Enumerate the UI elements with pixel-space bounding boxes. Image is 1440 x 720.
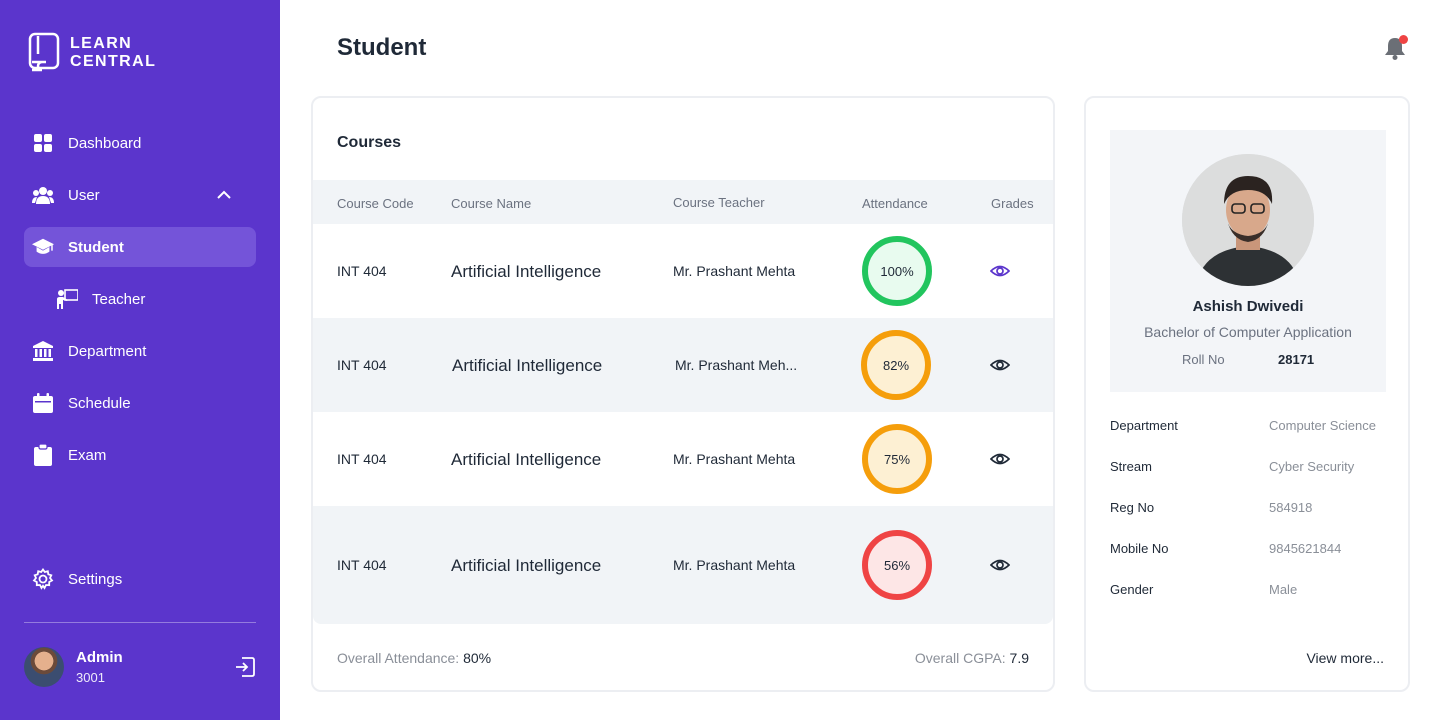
avatar[interactable] — [24, 647, 64, 687]
student-profile-card: Ashish Dwivedi Bachelor of Computer Appl… — [1084, 96, 1410, 692]
logo[interactable]: LEARN CENTRAL — [28, 32, 156, 74]
attendance-ring: 82% — [861, 330, 931, 400]
sidebar-item-label: Settings — [68, 570, 123, 588]
sidebar-item-settings[interactable]: Settings — [24, 559, 256, 599]
column-header: Course Code — [337, 196, 414, 211]
graduation-cap-icon — [32, 236, 54, 258]
overall-cgpa: Overall CGPA: 7.9 — [914, 650, 1029, 666]
course-name: Artificial Intelligence — [451, 556, 602, 575]
course-name: Artificial Intelligence — [452, 356, 603, 375]
sidebar-item-schedule[interactable]: Schedule — [24, 383, 256, 423]
sidebar-item-label: User — [68, 186, 100, 204]
courses-card: Courses Course Code Course Name Course T… — [311, 96, 1055, 692]
notification-dot — [1399, 35, 1408, 44]
student-avatar — [1182, 154, 1314, 286]
course-name: Artificial Intelligence — [451, 450, 602, 469]
user-id: 3001 — [76, 670, 105, 685]
info-value: 584918 — [1269, 500, 1313, 515]
roll-no-value: 28171 — [1278, 352, 1315, 367]
view-grades-eye-icon[interactable] — [989, 261, 1011, 281]
page-title: Student — [337, 34, 427, 61]
brand-line-2: CENTRAL — [70, 53, 157, 70]
sidebar-item-label: Student — [68, 238, 124, 256]
brand-line-1: LEARN — [70, 35, 133, 52]
student-name: Ashish Dwivedi — [1192, 298, 1304, 315]
view-grades-eye-icon[interactable] — [989, 355, 1011, 375]
info-value: 9845621844 — [1269, 541, 1342, 556]
info-value: Cyber Security — [1269, 459, 1355, 474]
info-label: Mobile No — [1110, 541, 1169, 556]
course-code: INT 404 — [337, 357, 387, 373]
grid-icon — [32, 132, 54, 154]
sidebar-divider — [24, 622, 256, 623]
info-label: Stream — [1110, 459, 1152, 474]
table-row[interactable]: INT 404 Artificial Intelligence Mr. Pras… — [313, 318, 1053, 412]
current-user: Admin 3001 — [24, 646, 256, 688]
column-header: Course Teacher — [673, 195, 765, 210]
profile-summary: Ashish Dwivedi Bachelor of Computer Appl… — [1110, 130, 1386, 392]
logout-icon[interactable] — [234, 656, 256, 683]
column-header: Course Name — [451, 196, 532, 211]
sidebar-item-label: Department — [68, 342, 147, 360]
info-value: Male — [1269, 582, 1298, 597]
info-label: Gender — [1110, 582, 1154, 597]
chevron-up-icon[interactable] — [216, 187, 232, 204]
overall-attendance: Overall Attendance: 80% — [337, 650, 492, 666]
attendance-ring: 75% — [862, 424, 932, 494]
notification-bell-icon[interactable] — [1384, 35, 1408, 60]
logo-icon — [28, 32, 60, 72]
sidebar-item-label: Exam — [68, 446, 107, 464]
view-more-link[interactable]: View more... — [1306, 650, 1384, 666]
sidebar-item-teacher[interactable]: Teacher — [24, 279, 256, 319]
calendar-icon — [32, 392, 54, 414]
users-icon — [32, 184, 54, 206]
attendance-ring: 100% — [862, 236, 932, 306]
view-grades-eye-icon[interactable] — [989, 555, 1011, 575]
sidebar-item-dashboard[interactable]: Dashboard — [24, 123, 256, 163]
attendance-ring: 56% — [862, 530, 932, 600]
course-code: INT 404 — [337, 557, 387, 573]
course-teacher: Mr. Prashant Meh... — [675, 357, 798, 373]
column-header: Grades — [991, 196, 1034, 211]
info-value: Computer Science — [1269, 418, 1376, 433]
info-label: Department — [1110, 418, 1178, 433]
courses-title: Courses — [337, 134, 402, 151]
view-grades-eye-icon[interactable] — [989, 449, 1011, 469]
course-teacher: Mr. Prashant Mehta — [673, 557, 796, 573]
table-row[interactable]: INT 404 Artificial Intelligence Mr. Pras… — [313, 224, 1053, 318]
info-label: Reg No — [1110, 500, 1155, 515]
course-name: Artificial Intelligence — [451, 262, 602, 281]
overall-cgpa-value: 7.9 — [1009, 650, 1029, 666]
course-teacher: Mr. Prashant Mehta — [673, 263, 796, 279]
overall-attendance-value: 80% — [463, 650, 492, 666]
table-row[interactable]: INT 404 Artificial Intelligence Mr. Pras… — [313, 412, 1053, 506]
roll-no-label: Roll No — [1182, 352, 1225, 367]
table-header: Course Code Course Name Course Teacher A… — [313, 180, 1053, 224]
column-header: Attendance — [862, 196, 928, 211]
sidebar-item-label: Schedule — [68, 394, 131, 412]
course-teacher: Mr. Prashant Mehta — [673, 451, 796, 467]
user-name: Admin — [76, 649, 123, 666]
table-row[interactable]: INT 404 Artificial Intelligence Mr. Pras… — [313, 506, 1053, 624]
sidebar-item-student[interactable]: Student — [24, 227, 256, 267]
sidebar-item-user[interactable]: User — [24, 175, 256, 215]
course-code: INT 404 — [337, 263, 387, 279]
course-code: INT 404 — [337, 451, 387, 467]
building-icon — [32, 340, 54, 362]
teacher-icon — [56, 288, 78, 310]
sidebar-item-label: Teacher — [92, 290, 146, 308]
sidebar-item-exam[interactable]: Exam — [24, 435, 256, 475]
sidebar: LEARN CENTRAL Dashboard User Student Tea… — [0, 0, 280, 720]
clipboard-icon — [32, 444, 54, 466]
sidebar-item-department[interactable]: Department — [24, 331, 256, 371]
gear-icon — [32, 568, 54, 590]
sidebar-item-label: Dashboard — [68, 134, 142, 152]
student-degree: Bachelor of Computer Application — [1144, 324, 1352, 340]
